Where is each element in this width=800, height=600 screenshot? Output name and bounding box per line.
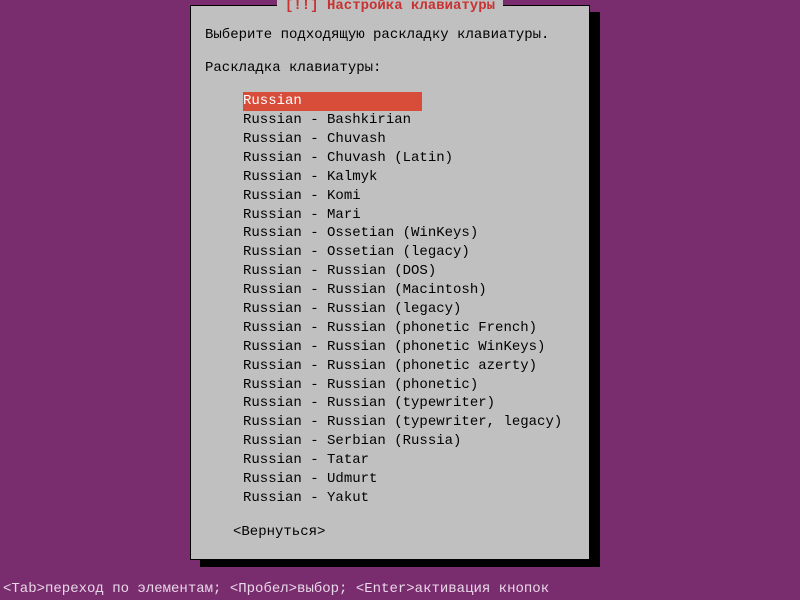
layout-option[interactable]: Russian - Yakut [243,489,575,508]
back-button[interactable]: <Вернуться> [205,524,575,540]
layout-option[interactable]: Russian - Russian (phonetic WinKeys) [243,338,575,357]
layout-option[interactable]: Russian - Bashkirian [243,111,575,130]
layout-option[interactable]: Russian - Chuvash (Latin) [243,149,575,168]
layout-list: RussianRussian - BashkirianRussian - Chu… [205,92,575,508]
layout-option[interactable]: Russian - Russian (phonetic azerty) [243,357,575,376]
layout-option[interactable]: Russian - Tatar [243,451,575,470]
status-bar: <Tab>переход по элементам; <Пробел>выбор… [3,581,549,597]
layout-option[interactable]: Russian - Ossetian (legacy) [243,243,575,262]
layout-option[interactable]: Russian - Russian (typewriter, legacy) [243,413,575,432]
layout-option[interactable]: Russian - Russian (legacy) [243,300,575,319]
layout-option[interactable]: Russian - Ossetian (WinKeys) [243,224,575,243]
layout-option[interactable]: Russian - Serbian (Russia) [243,432,575,451]
layout-option[interactable]: Russian - Udmurt [243,470,575,489]
dialog-content: Выберите подходящую раскладку клавиатуры… [191,6,589,554]
layout-option[interactable]: Russian - Kalmyk [243,168,575,187]
keyboard-layout-dialog: [!!] Настройка клавиатуры Выберите подхо… [190,5,590,560]
layout-label: Раскладка клавиатуры: [205,60,575,76]
layout-option[interactable]: Russian - Russian (phonetic) [243,376,575,395]
layout-option[interactable]: Russian - Russian (typewriter) [243,394,575,413]
layout-option[interactable]: Russian - Russian (phonetic French) [243,319,575,338]
layout-option[interactable]: Russian - Russian (Macintosh) [243,281,575,300]
layout-option[interactable]: Russian [243,92,422,111]
layout-option[interactable]: Russian - Russian (DOS) [243,262,575,281]
layout-option[interactable]: Russian - Mari [243,206,575,225]
layout-option[interactable]: Russian - Komi [243,187,575,206]
layout-option[interactable]: Russian - Chuvash [243,130,575,149]
prompt-text: Выберите подходящую раскладку клавиатуры… [205,26,575,44]
dialog-title: [!!] Настройка клавиатуры [277,0,503,14]
